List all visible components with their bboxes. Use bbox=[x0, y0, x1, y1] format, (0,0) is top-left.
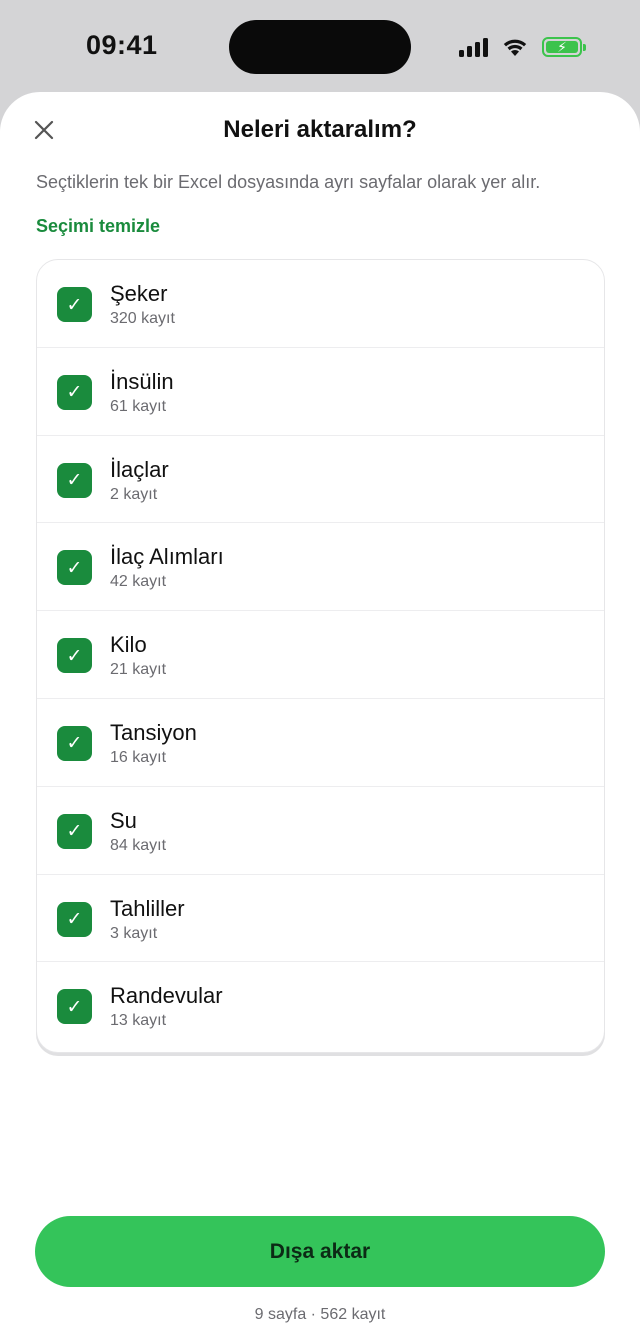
list-item[interactable]: ✓ İlaçlar 2 kayıt bbox=[37, 436, 604, 524]
dynamic-island bbox=[229, 20, 411, 74]
checkbox[interactable]: ✓ bbox=[57, 550, 92, 586]
item-name: İnsülin bbox=[110, 368, 174, 394]
item-name: Şeker bbox=[110, 281, 168, 306]
sheet-title: Neleri aktaralım? bbox=[223, 116, 417, 143]
item-count: 13 kayıt bbox=[110, 1012, 167, 1030]
checkbox[interactable]: ✓ bbox=[57, 725, 92, 761]
check-icon: ✓ bbox=[66, 469, 83, 492]
item-count: 320 kayıt bbox=[110, 310, 175, 327]
list-item[interactable]: ✓ Su 84 kayıt bbox=[37, 787, 604, 875]
checkbox[interactable]: ✓ bbox=[57, 638, 92, 674]
list-item[interactable]: ✓ İnsülin 61 kayıt bbox=[37, 348, 604, 436]
list-item[interactable]: ✓ Kilo 21 kayıt bbox=[37, 611, 604, 699]
status-icons: ⚡ bbox=[459, 35, 586, 59]
checkbox[interactable]: ✓ bbox=[57, 901, 92, 937]
item-name: Tahliller bbox=[110, 895, 185, 921]
item-count: 3 kayıt bbox=[110, 924, 158, 942]
item-count: 21 kayıt bbox=[110, 661, 167, 679]
checkbox[interactable]: ✓ bbox=[57, 989, 92, 1025]
battery-charging-icon: ⚡ bbox=[542, 37, 586, 57]
list-item[interactable]: ✓ Şeker 320 kayıt bbox=[37, 260, 604, 348]
check-icon: ✓ bbox=[66, 293, 83, 316]
item-name: İlaç Alımları bbox=[110, 544, 224, 570]
item-count: 61 kayıt bbox=[110, 397, 167, 415]
list-item[interactable]: ✓ İlaç Alımları 42 kayıt bbox=[37, 523, 604, 612]
check-icon: ✓ bbox=[66, 381, 83, 404]
wifi-icon bbox=[503, 39, 527, 56]
item-count: 2 kayıt bbox=[110, 485, 158, 503]
list-item[interactable]: ✓ Randevular 13 kayıt bbox=[37, 962, 604, 1050]
item-count: 16 kayıt bbox=[110, 748, 167, 766]
item-name: İlaçlar bbox=[110, 456, 169, 482]
export-sheet: Neleri aktaralım? Seçtiklerin tek bir Ex… bbox=[0, 92, 640, 1343]
item-count: 84 kayıt bbox=[110, 836, 167, 854]
list-item[interactable]: ✓ Tahliller 3 kayıt bbox=[37, 875, 604, 963]
item-name: Kilo bbox=[110, 632, 147, 658]
list-item[interactable]: ✓ Tansiyon 16 kayıt bbox=[37, 699, 604, 787]
item-name: Tansiyon bbox=[110, 719, 197, 745]
item-name: Su bbox=[110, 807, 137, 833]
checkbox[interactable]: ✓ bbox=[57, 287, 92, 322]
clear-selection-link[interactable]: Seçimi temizle bbox=[36, 216, 160, 237]
check-icon: ✓ bbox=[66, 644, 83, 667]
category-list: ✓ Şeker 320 kayıt ✓ İnsülin 61 kayıt ✓ İ… bbox=[36, 259, 605, 1053]
status-bar: 09:41 ⚡ bbox=[0, 0, 640, 92]
cellular-signal-icon bbox=[459, 37, 488, 57]
item-name: Randevular bbox=[110, 983, 223, 1009]
check-icon: ✓ bbox=[66, 732, 83, 755]
export-summary: 9 sayfa · 562 kayıt bbox=[254, 1306, 386, 1323]
status-time: 09:41 bbox=[86, 30, 158, 60]
export-button[interactable]: Dışa aktar bbox=[35, 1216, 605, 1287]
check-icon: ✓ bbox=[66, 556, 83, 579]
sheet-subtitle: Seçtiklerin tek bir Excel dosyasında ayr… bbox=[36, 172, 541, 192]
check-icon: ✓ bbox=[66, 995, 83, 1018]
checkbox[interactable]: ✓ bbox=[57, 462, 92, 498]
check-icon: ✓ bbox=[66, 908, 83, 931]
checkbox[interactable]: ✓ bbox=[57, 813, 92, 849]
check-icon: ✓ bbox=[66, 820, 83, 843]
sheet-header: Neleri aktaralım? bbox=[0, 92, 640, 168]
item-count: 42 kayıt bbox=[110, 573, 167, 591]
checkbox[interactable]: ✓ bbox=[57, 374, 92, 410]
